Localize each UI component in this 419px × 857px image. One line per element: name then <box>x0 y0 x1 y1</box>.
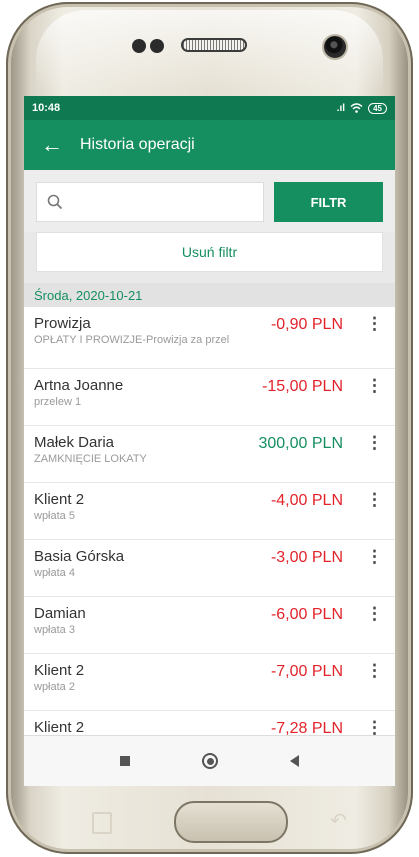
transaction-description: wpłata 3 <box>34 624 75 636</box>
front-camera <box>322 34 348 60</box>
sensor-dot <box>150 39 164 53</box>
recent-apps-icon[interactable] <box>120 756 130 766</box>
sensor-dot <box>132 39 146 53</box>
transaction-description: ZAMKNIĘCIE LOKATY <box>34 453 147 465</box>
arrow-left-icon[interactable]: ← <box>24 134 80 156</box>
transaction-amount: -15,00 PLN <box>262 378 343 395</box>
hardware-back-icon[interactable]: ↶ <box>330 811 347 831</box>
status-icons: .ıl 45 <box>336 102 387 114</box>
transaction-amount: 300,00 PLN <box>258 435 343 452</box>
list-item[interactable]: Klient 2 wpłata 5 -4,00 PLN ⋮ <box>24 483 395 540</box>
transaction-description: wpłata 5 <box>34 510 75 522</box>
list-item[interactable]: Damian wpłata 3 -6,00 PLN ⋮ <box>24 597 395 654</box>
screen: 10:48 .ıl 45 ← Historia operacji FILTR U… <box>24 96 395 786</box>
wifi-icon <box>350 103 363 113</box>
filter-button[interactable]: FILTR <box>274 182 383 222</box>
search-row: FILTR <box>24 170 395 232</box>
list-item[interactable]: Artna Joanne przelew 1 -15,00 PLN ⋮ <box>24 369 395 426</box>
app-bar: ← Historia operacji <box>24 120 395 170</box>
list-item[interactable]: Małek Daria ZAMKNIĘCIE LOKATY 300,00 PLN… <box>24 426 395 483</box>
transaction-amount: -0,90 PLN <box>270 316 343 333</box>
battery-icon: 45 <box>368 102 387 114</box>
transaction-description: wpłata 4 <box>34 567 75 579</box>
search-input[interactable] <box>36 182 264 222</box>
transaction-description: wpłata 2 <box>34 681 75 693</box>
more-vertical-icon[interactable]: ⋮ <box>366 605 383 623</box>
more-vertical-icon[interactable]: ⋮ <box>366 377 383 395</box>
more-vertical-icon[interactable]: ⋮ <box>366 315 383 333</box>
android-nav-bar <box>24 735 395 786</box>
hardware-recent-icon[interactable] <box>92 812 112 834</box>
transaction-amount: -3,00 PLN <box>270 549 343 566</box>
transaction-amount: -7,00 PLN <box>270 663 343 680</box>
earpiece-speaker <box>181 38 247 52</box>
status-bar: 10:48 .ıl 45 <box>24 96 395 120</box>
hardware-home-button[interactable] <box>174 801 288 843</box>
home-icon[interactable] <box>202 753 218 769</box>
signal-icon: .ıl <box>336 102 346 114</box>
transaction-amount: -4,00 PLN <box>270 492 343 509</box>
clear-filter-button[interactable]: Usuń filtr <box>36 232 383 272</box>
list-item[interactable]: Prowizja OPŁATY I PROWIZJE-Prowizja za p… <box>24 307 395 369</box>
list-item[interactable]: Klient 2 wpłata 2 -7,00 PLN ⋮ <box>24 654 395 711</box>
date-header: Środa, 2020-10-21 <box>24 283 395 307</box>
transaction-amount: -6,00 PLN <box>270 606 343 623</box>
status-time: 10:48 <box>32 102 61 114</box>
list-item[interactable]: Basia Górska wpłata 4 -3,00 PLN ⋮ <box>24 540 395 597</box>
search-icon <box>47 194 63 210</box>
more-vertical-icon[interactable]: ⋮ <box>366 662 383 680</box>
more-vertical-icon[interactable]: ⋮ <box>366 548 383 566</box>
more-vertical-icon[interactable]: ⋮ <box>366 434 383 452</box>
back-triangle-icon[interactable] <box>290 755 299 767</box>
transaction-description: przelew 1 <box>34 396 82 408</box>
transaction-description: OPŁATY I PROWIZJE-Prowizja za przel <box>34 334 230 346</box>
more-vertical-icon[interactable]: ⋮ <box>366 491 383 509</box>
page-title: Historia operacji <box>80 136 195 153</box>
transaction-list: Prowizja OPŁATY I PROWIZJE-Prowizja za p… <box>24 307 395 768</box>
